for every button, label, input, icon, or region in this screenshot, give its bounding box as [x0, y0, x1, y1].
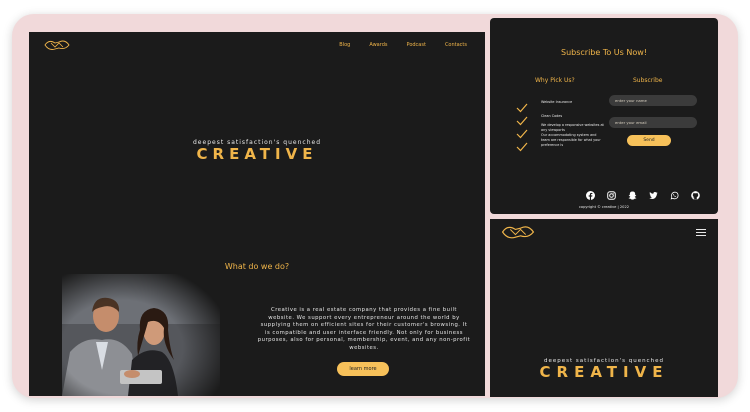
subscribe-form-heading: Subscribe: [633, 77, 663, 84]
reason-item: Our accommodating system and team are re…: [541, 133, 601, 147]
social-links: [586, 185, 700, 200]
section-title: What do we do?: [224, 262, 290, 271]
name-input[interactable]: [609, 95, 697, 106]
hamburger-menu-icon[interactable]: [696, 229, 706, 238]
instagram-icon[interactable]: [607, 185, 616, 200]
nav-awards[interactable]: Awards: [369, 42, 387, 48]
snapchat-icon[interactable]: [628, 185, 637, 200]
nav-contacts[interactable]: Contacts: [445, 42, 467, 48]
copyright-text: copyright © creative | 2022: [578, 205, 630, 209]
logo-icon[interactable]: [500, 223, 536, 241]
mobile-preview: deepest satisfaction's quenched CREATIVE: [490, 219, 718, 397]
checkmark-column: [516, 98, 528, 152]
check-icon: [516, 137, 528, 152]
twitter-icon[interactable]: [649, 185, 658, 200]
subscribe-heading: Subscribe To Us Now!: [560, 48, 647, 57]
main-nav: Blog Awards Podcast Contacts: [339, 42, 467, 48]
check-icon: [516, 111, 528, 126]
learn-more-button[interactable]: learn more: [337, 362, 389, 376]
reasons-list: Website Insurance Clean Codes We develop…: [541, 100, 605, 147]
team-photo: [62, 274, 220, 396]
subscribe-preview: Subscribe To Us Now! Why Pick Us? Subscr…: [490, 18, 718, 214]
check-icon: [516, 124, 528, 139]
check-icon: [516, 98, 528, 113]
company-description: Creative is a real estate company that p…: [257, 307, 471, 351]
send-button[interactable]: Send: [627, 135, 671, 146]
github-icon[interactable]: [691, 185, 700, 200]
desktop-preview: Blog Awards Podcast Contacts deepest sat…: [29, 32, 485, 396]
reason-item: We develop a responsive websites at any …: [541, 123, 604, 132]
whatsapp-icon[interactable]: [670, 185, 679, 200]
hero-title: CREATIVE: [196, 145, 318, 163]
nav-podcast[interactable]: Podcast: [406, 42, 425, 48]
email-input[interactable]: [609, 117, 697, 128]
reason-item: Clean Codes: [541, 113, 563, 118]
hero-title: CREATIVE: [539, 363, 669, 381]
facebook-icon[interactable]: [586, 185, 595, 200]
why-pick-us-heading: Why Pick Us?: [535, 77, 575, 84]
logo-icon[interactable]: [43, 38, 71, 52]
reason-item: Website Insurance: [541, 100, 573, 104]
nav-blog[interactable]: Blog: [339, 42, 350, 48]
